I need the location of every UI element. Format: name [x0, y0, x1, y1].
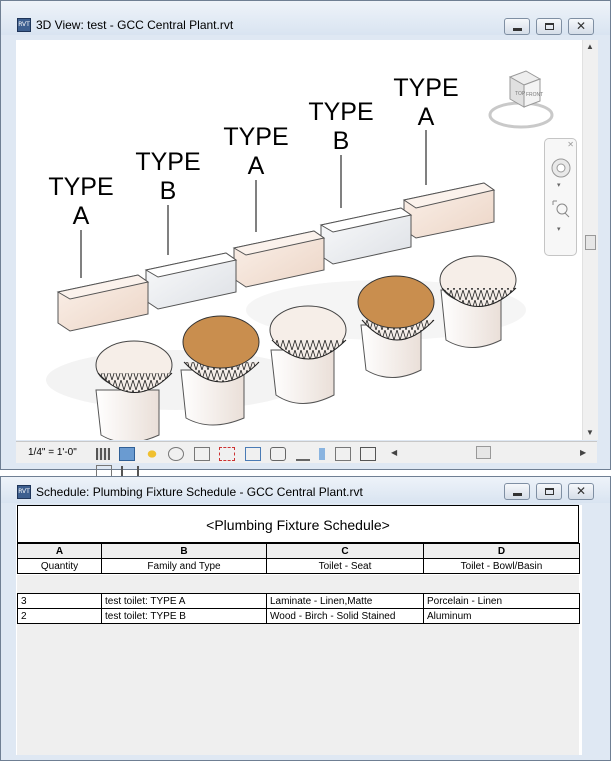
- window-title: 3D View: test - GCC Central Plant.rvt: [36, 18, 234, 32]
- schedule-window: RVT Schedule: Plumbing Fixture Schedule …: [0, 476, 611, 761]
- cell-toilet-bowl[interactable]: Aluminum: [423, 608, 580, 624]
- view-scale[interactable]: 1/4" = 1'-0": [28, 447, 77, 458]
- cell-toilet-seat[interactable]: Laminate - Linen,Matte: [266, 593, 424, 609]
- schedule-title[interactable]: <Plumbing Fixture Schedule>: [17, 505, 579, 543]
- type-label-4: TYPE B: [296, 98, 386, 156]
- title-bar[interactable]: RVT 3D View: test - GCC Central Plant.rv…: [1, 1, 610, 35]
- type-label-letter: B: [332, 127, 350, 155]
- close-button[interactable]: ✕: [568, 18, 594, 35]
- schedule-view: <Plumbing Fixture Schedule> A B C D Quan…: [16, 505, 582, 755]
- sun-path-icon[interactable]: [144, 447, 159, 460]
- view-control-icons: [96, 445, 406, 479]
- detail-level-icon[interactable]: [96, 447, 110, 460]
- close-icon[interactable]: ✕: [567, 140, 574, 149]
- table-row[interactable]: 2 test toilet: TYPE B Wood - Birch - Sol…: [17, 608, 580, 624]
- visual-style-icon[interactable]: [119, 446, 136, 461]
- revit-app-icon[interactable]: RVT: [17, 18, 31, 32]
- type-label-word: TYPE: [223, 123, 289, 151]
- type-label-letter: B: [159, 177, 177, 205]
- horizontal-scroll-thumb[interactable]: [476, 446, 491, 459]
- maximize-button[interactable]: [536, 483, 562, 500]
- title-bar[interactable]: RVT Schedule: Plumbing Fixture Schedule …: [1, 477, 610, 503]
- column-letter-row: A B C D: [17, 543, 580, 559]
- cell-quantity[interactable]: 3: [17, 593, 102, 609]
- schedule-header-table: A B C D Quantity Family and Type Toilet …: [17, 543, 580, 574]
- maximize-button[interactable]: [536, 18, 562, 35]
- window-title: Schedule: Plumbing Fixture Schedule - GC…: [36, 485, 363, 499]
- column-letter-a[interactable]: A: [17, 543, 102, 559]
- render-icon[interactable]: [193, 446, 210, 461]
- header-toilet-bowl[interactable]: Toilet - Bowl/Basin: [423, 558, 580, 574]
- type-label-2: TYPE B: [123, 148, 213, 206]
- minimize-button[interactable]: [504, 18, 530, 35]
- column-header-row: Quantity Family and Type Toilet - Seat T…: [17, 558, 580, 574]
- shadows-icon[interactable]: [168, 446, 185, 461]
- cell-toilet-seat[interactable]: Wood - Birch - Solid Stained: [266, 608, 424, 624]
- view-control-bar: 1/4" = 1'-0" ◀ ▶: [16, 441, 597, 479]
- type-label-word: TYPE: [308, 98, 374, 126]
- scroll-up-icon[interactable]: ▲: [586, 42, 594, 51]
- cell-quantity[interactable]: 2: [17, 608, 102, 624]
- type-label-letter: A: [247, 152, 265, 180]
- schedule-empty-area: [17, 624, 579, 755]
- cell-toilet-bowl[interactable]: Porcelain - Linen: [423, 593, 580, 609]
- viewcube-front-face: FRONT: [526, 92, 543, 98]
- viewcube-top-face: TOP: [515, 91, 526, 97]
- scroll-right-icon[interactable]: ▶: [580, 448, 586, 457]
- type-label-word: TYPE: [135, 148, 201, 176]
- worksharing-icon[interactable]: [334, 446, 351, 461]
- show-crop-icon[interactable]: [244, 446, 261, 461]
- reveal-hidden-icon[interactable]: [319, 447, 326, 460]
- schedule-body-table: 3 test toilet: TYPE A Laminate - Linen,M…: [17, 593, 580, 624]
- type-label-1: TYPE A: [36, 173, 126, 231]
- revit-app-icon[interactable]: RVT: [17, 485, 31, 499]
- crop-view-icon[interactable]: [219, 446, 236, 461]
- scroll-left-icon[interactable]: ◀: [391, 448, 397, 457]
- type-label-5: TYPE A: [381, 74, 471, 132]
- column-letter-d[interactable]: D: [423, 543, 580, 559]
- temporary-hide-icon[interactable]: [295, 447, 310, 461]
- header-family-and-type[interactable]: Family and Type: [101, 558, 267, 574]
- close-icon: ✕: [575, 484, 587, 498]
- cell-family-and-type[interactable]: test toilet: TYPE A: [101, 593, 267, 609]
- table-row[interactable]: 3 test toilet: TYPE A Laminate - Linen,M…: [17, 593, 580, 609]
- viewcube[interactable]: TOP FRONT: [488, 65, 558, 135]
- analytical-model-icon[interactable]: [359, 446, 376, 461]
- zoom-icon[interactable]: [551, 199, 571, 219]
- type-label-letter: A: [417, 103, 435, 131]
- type-label-word: TYPE: [393, 74, 459, 102]
- header-toilet-seat[interactable]: Toilet - Seat: [266, 558, 424, 574]
- type-label-word: TYPE: [48, 173, 114, 201]
- scroll-thumb[interactable]: [585, 235, 596, 250]
- header-quantity[interactable]: Quantity: [17, 558, 102, 574]
- close-button[interactable]: ✕: [568, 483, 594, 500]
- steering-wheel-icon[interactable]: [550, 157, 572, 179]
- type-label-letter: A: [72, 202, 90, 230]
- 3d-viewport[interactable]: TYPE A TYPE B TYPE A TYPE B TYPE A TOP F…: [16, 40, 582, 440]
- lock-view-icon[interactable]: [270, 446, 287, 461]
- column-letter-c[interactable]: C: [266, 543, 424, 559]
- chevron-down-icon[interactable]: ▾: [557, 225, 561, 233]
- navigation-bar: ✕ ▾ ▾: [544, 138, 577, 256]
- schedule-spacer-row: [17, 575, 579, 593]
- minimize-button[interactable]: [504, 483, 530, 500]
- type-label-3: TYPE A: [211, 123, 301, 181]
- scroll-down-icon[interactable]: ▼: [586, 428, 594, 437]
- cell-family-and-type[interactable]: test toilet: TYPE B: [101, 608, 267, 624]
- column-letter-b[interactable]: B: [101, 543, 267, 559]
- close-icon: ✕: [575, 19, 587, 33]
- 3d-view-window: RVT 3D View: test - GCC Central Plant.rv…: [0, 0, 611, 479]
- vertical-scrollbar[interactable]: ▲ ▼: [582, 40, 598, 440]
- chevron-down-icon[interactable]: ▾: [557, 181, 561, 189]
